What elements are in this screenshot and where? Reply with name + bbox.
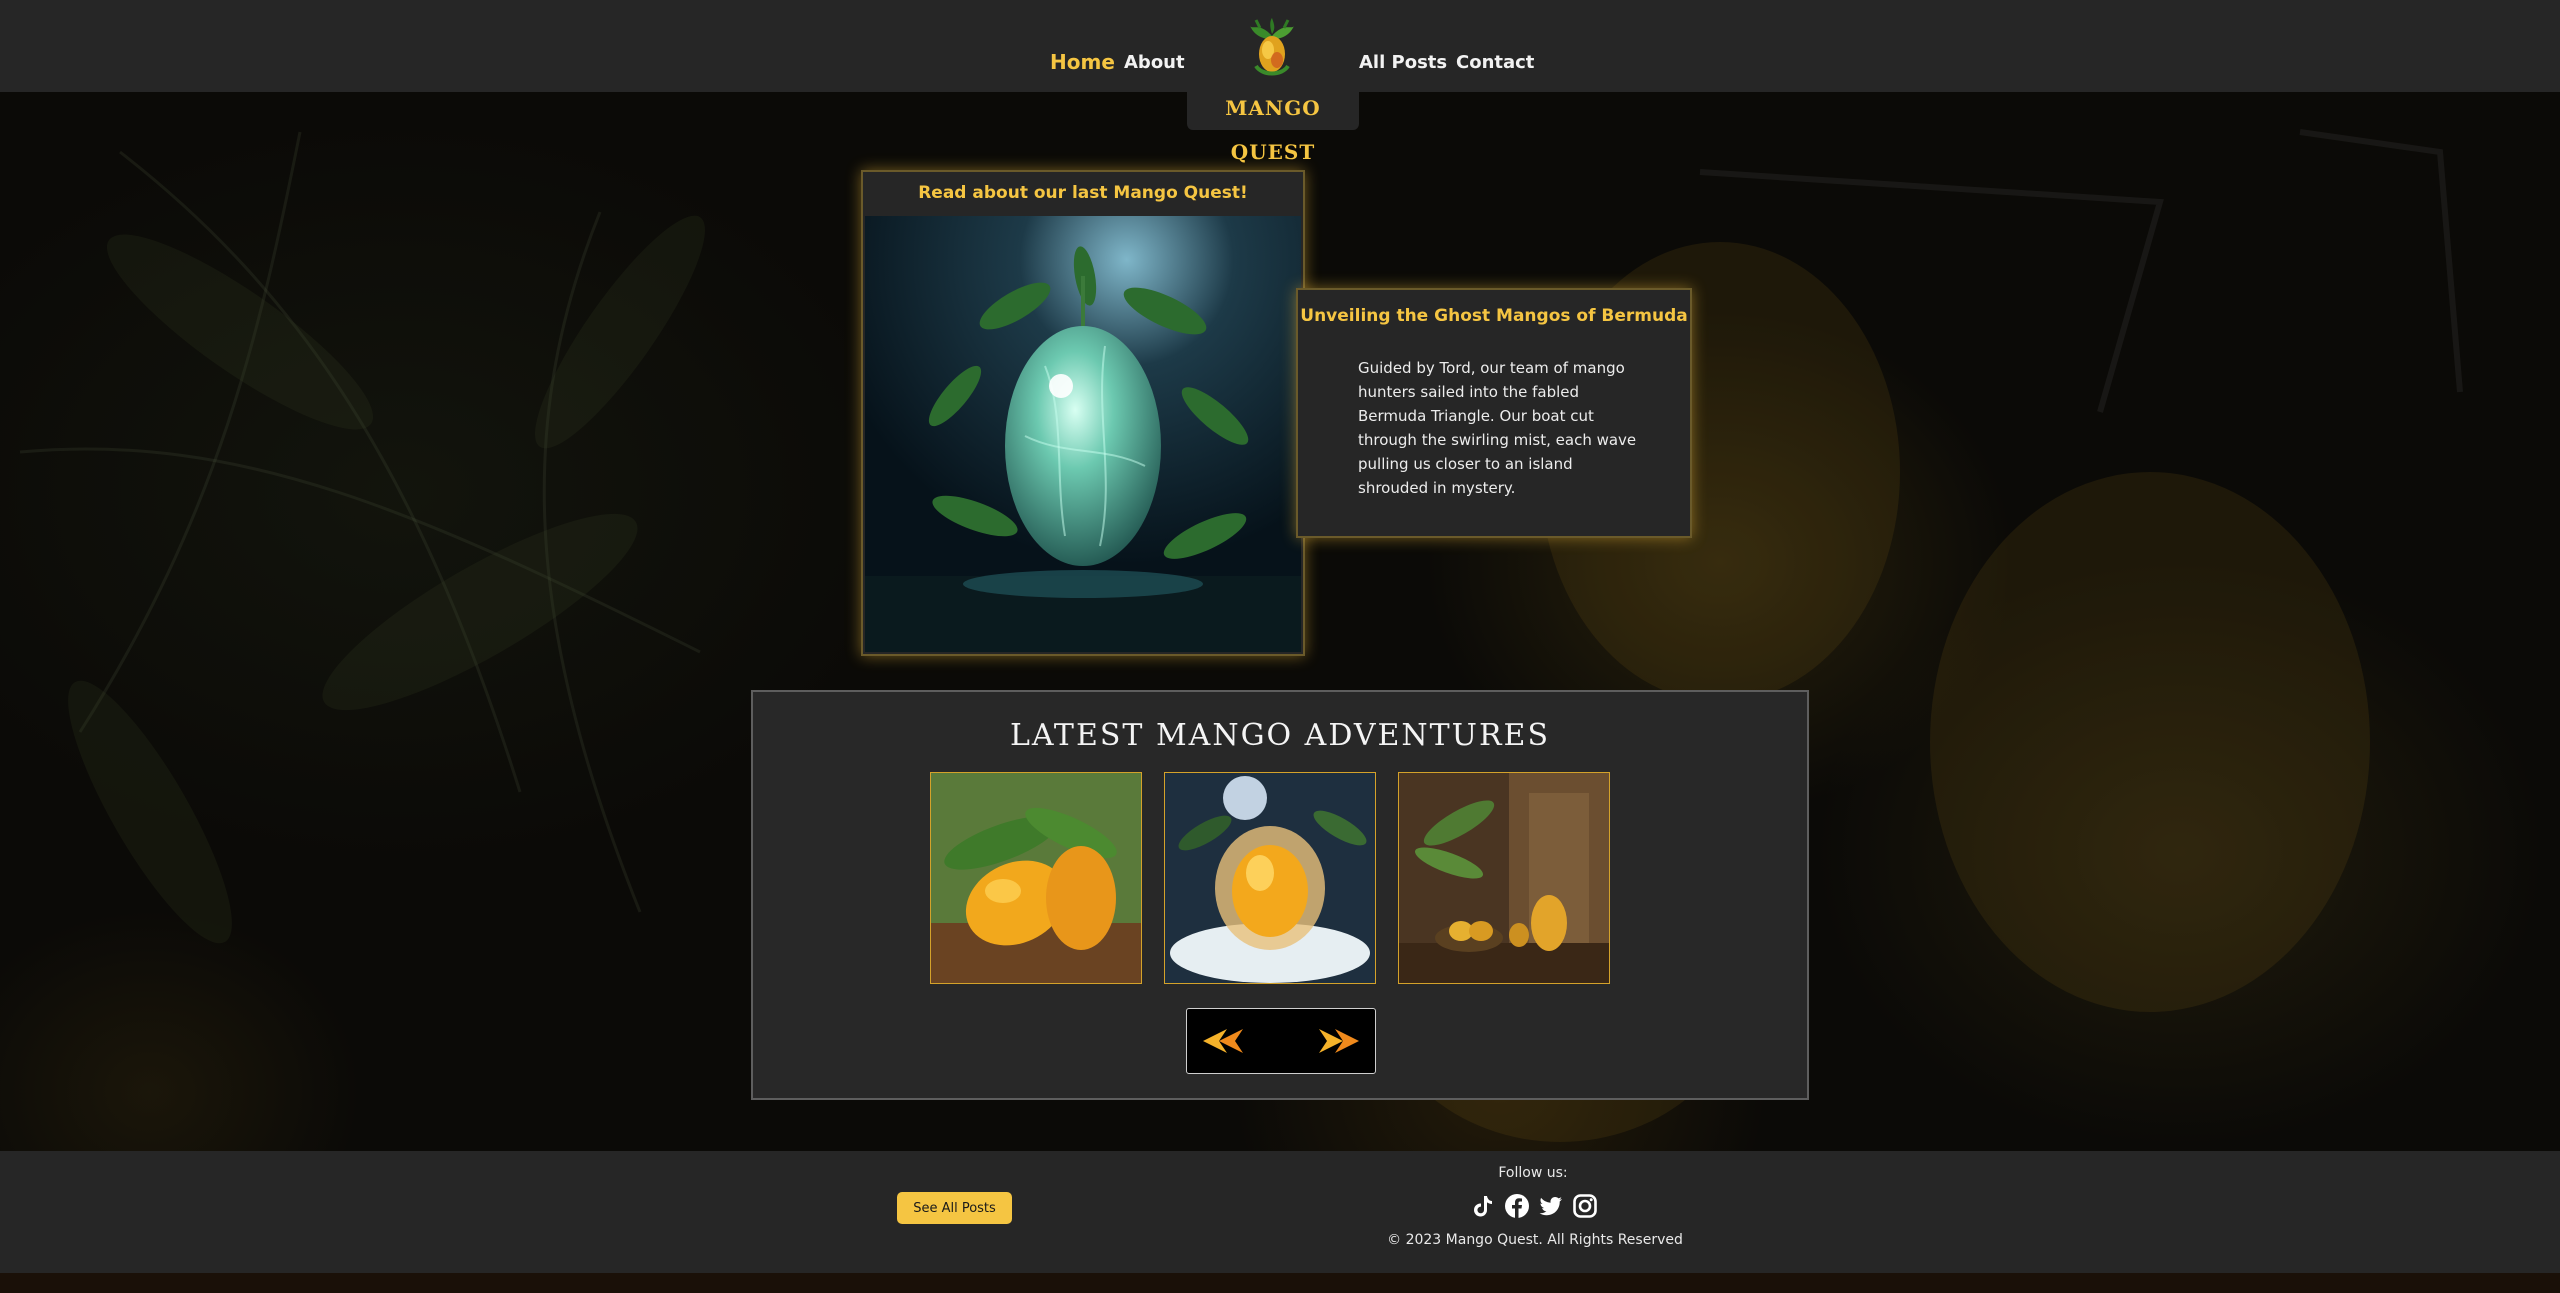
- site-footer: See All Posts Follow us: © 2023 Mango Qu…: [0, 1151, 2560, 1273]
- featured-post-heading: Read about our last Mango Quest!: [918, 183, 1248, 203]
- frozen-mango-image[interactable]: [1164, 772, 1376, 984]
- temple-mangos-image[interactable]: [1398, 772, 1610, 984]
- carousel-controls: [1186, 1008, 1376, 1074]
- brand-title[interactable]: MANGO QUEST: [1187, 86, 1359, 164]
- nav-home-link[interactable]: Home: [1050, 50, 1115, 74]
- nav-contact-link[interactable]: Contact: [1456, 52, 1534, 73]
- featured-post-card[interactable]: Read about our last Mango Quest!: [861, 170, 1305, 656]
- latest-adventures-section: LATEST MANGO ADVENTURES: [751, 690, 1809, 1100]
- bottom-strip: [0, 1273, 2560, 1293]
- nav-about-link[interactable]: About: [1124, 52, 1185, 73]
- mango-pair-image[interactable]: [930, 772, 1142, 984]
- arrow-left-icon[interactable]: [1201, 1023, 1245, 1059]
- post-excerpt-text: Guided by Tord, our team of mango hunter…: [1358, 359, 1637, 497]
- mango-logo-icon[interactable]: [1242, 16, 1302, 82]
- copyright-text: © 2023 Mango Quest. All Rights Reserved: [1387, 1232, 1683, 1248]
- post-title[interactable]: Unveiling the Ghost Mangos of Bermuda: [1298, 306, 1690, 326]
- follow-us-label: Follow us:: [1498, 1165, 1568, 1181]
- arrow-right-icon[interactable]: [1317, 1023, 1361, 1059]
- ghost-mango-image[interactable]: [865, 216, 1301, 652]
- nav-all-posts-link[interactable]: All Posts: [1359, 52, 1447, 73]
- site-header: Home About All Posts Contact: [0, 0, 2560, 92]
- twitter-icon[interactable]: [1538, 1193, 1564, 1219]
- social-links: [1470, 1193, 1600, 1221]
- facebook-icon[interactable]: [1504, 1193, 1530, 1219]
- instagram-icon[interactable]: [1572, 1193, 1598, 1219]
- see-all-posts-button[interactable]: See All Posts: [897, 1192, 1012, 1224]
- latest-adventures-heading: LATEST MANGO ADVENTURES: [1009, 718, 1551, 753]
- post-excerpt-card[interactable]: Unveiling the Ghost Mangos of Bermuda Gu…: [1296, 288, 1692, 538]
- tiktok-icon[interactable]: [1470, 1193, 1496, 1219]
